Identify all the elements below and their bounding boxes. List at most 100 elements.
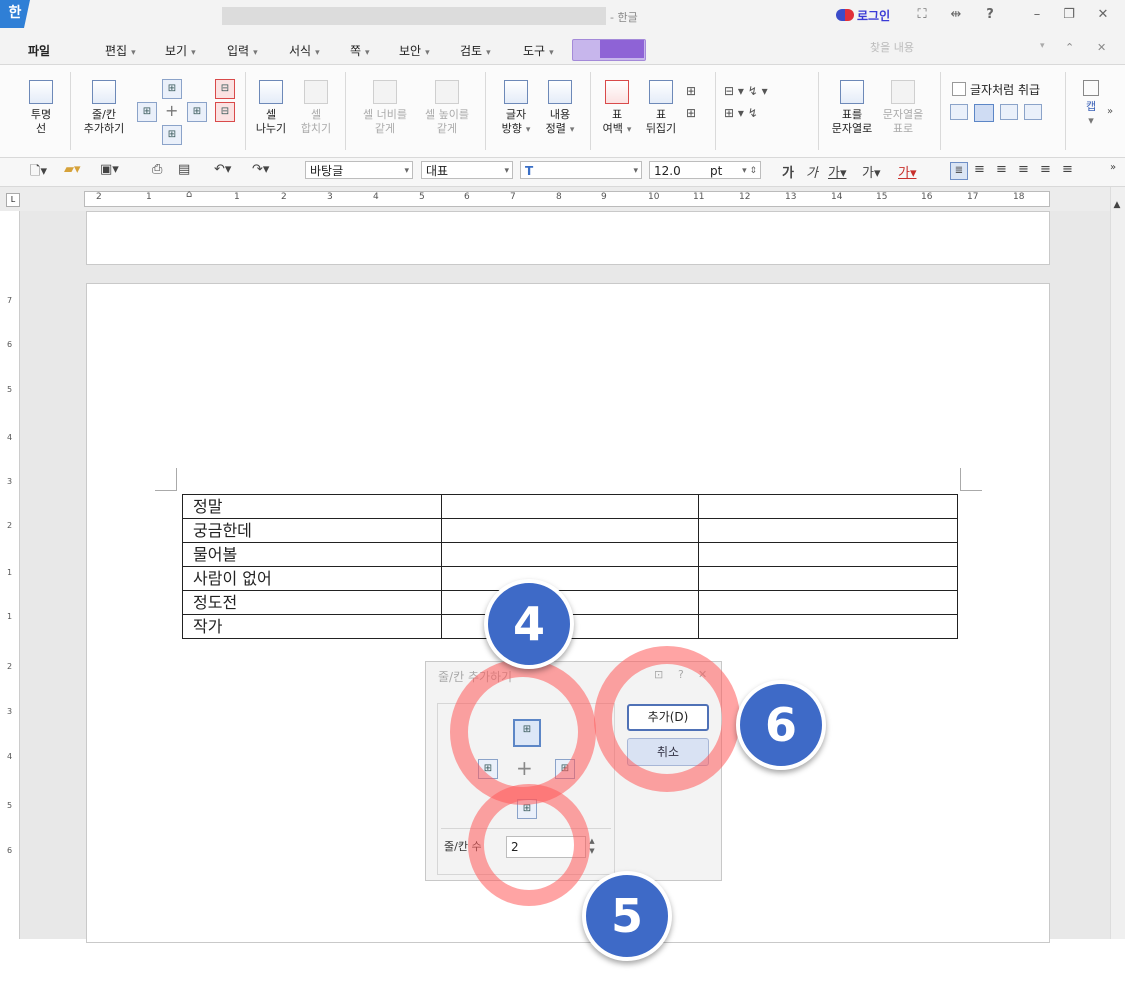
ribbon-more-icon[interactable]: » — [1107, 106, 1113, 117]
table-cell[interactable] — [698, 566, 958, 591]
font-size-input[interactable]: 12.0 pt ▾ ⇕ — [649, 161, 761, 179]
italic-icon[interactable]: 가 — [806, 162, 818, 181]
table-cell[interactable]: 물어볼 — [182, 542, 442, 567]
add-row-col-button[interactable]: 줄/칸 추가하기 — [76, 80, 132, 136]
wrap-option-2-icon[interactable] — [974, 104, 994, 122]
text-direction-button[interactable]: 글자 방향 ▾ — [496, 80, 536, 137]
menu-file[interactable]: 파일 — [28, 42, 50, 59]
equal-width-button[interactable]: 셀 너비를 같게 — [355, 80, 415, 136]
content-align-button[interactable]: 내용 정렬 ▾ — [538, 80, 582, 137]
ruler-label: 12 — [739, 192, 751, 202]
align-center-icon[interactable]: ≡ — [996, 162, 1007, 177]
wrap-options[interactable] — [950, 104, 1050, 122]
table-cell[interactable] — [441, 494, 699, 519]
table-cell[interactable] — [698, 494, 958, 519]
menu-edit[interactable]: 편집 ▾ — [105, 42, 136, 59]
delete-col-icon[interactable]: ⊟ — [215, 102, 235, 122]
align-justify-icon[interactable]: ≣ — [950, 162, 968, 180]
style-select[interactable]: 바탕글 ▾ — [305, 161, 413, 179]
wrap-option-1-icon[interactable] — [950, 104, 968, 120]
menu-format[interactable]: 서식 ▾ — [289, 42, 320, 59]
fullscreen-icon[interactable]: ⛶ — [913, 6, 931, 24]
caption-button[interactable]: 캡 ▾ — [1078, 80, 1104, 128]
vertical-ruler-label: 4 — [7, 752, 13, 761]
align-left-icon[interactable]: ≡ — [974, 162, 985, 177]
close-find-icon[interactable]: ✕ — [1097, 41, 1106, 54]
login-icon[interactable] — [836, 9, 854, 21]
table-margin-button[interactable]: 표 여백 ▾ — [597, 80, 637, 137]
merge-cell-button[interactable]: 셀 합치기 — [296, 80, 336, 136]
menu-tools[interactable]: 도구 ▾ — [523, 42, 554, 59]
new-document-icon[interactable]: 🗋▾ — [30, 162, 47, 184]
table-cell[interactable]: 정말 — [182, 494, 442, 519]
print-icon[interactable]: ⎙ — [152, 162, 162, 177]
wrap-option-3-icon[interactable] — [1000, 104, 1018, 120]
vertical-scrollbar[interactable] — [1110, 187, 1125, 939]
text-to-table-button[interactable]: 문자열을 표로 — [878, 80, 928, 136]
equal-height-button[interactable]: 셀 높이를 같게 — [417, 80, 477, 136]
treat-as-char-label: 글자처럼 취급 — [970, 83, 1041, 97]
menu-page[interactable]: 쪽 ▾ — [350, 42, 370, 59]
insert-right-icon[interactable]: ⊞ — [187, 102, 207, 122]
open-folder-icon[interactable]: ▰▾ — [64, 162, 81, 177]
table-flip-button[interactable]: 표 뒤집기 — [640, 80, 682, 136]
table-layout-tab[interactable] — [600, 40, 644, 58]
menu-view[interactable]: 보기 ▾ — [165, 42, 196, 59]
menu-insert[interactable]: 입력 ▾ — [227, 42, 258, 59]
ruler-label: 17 — [967, 192, 979, 202]
find-dropdown-icon[interactable]: ▾ — [1040, 41, 1045, 51]
insert-direction-icons[interactable]: ⊞ ⊞ + ⊞ ⊞ ⊟ ⊟ — [137, 77, 237, 145]
indent-marker-icon[interactable]: ⌂ — [186, 189, 192, 200]
table-cell[interactable]: 궁금한데 — [182, 518, 442, 543]
close-icon[interactable]: ✕ — [1094, 6, 1112, 24]
table-cell[interactable]: 사람이 없어 — [182, 566, 442, 591]
save-icon[interactable]: ▣▾ — [100, 162, 119, 177]
bold-icon[interactable]: 가 — [782, 162, 794, 181]
table-to-text-button[interactable]: 표를 문자열로 — [828, 80, 876, 136]
table-cell[interactable] — [698, 518, 958, 543]
table-cell[interactable] — [441, 542, 699, 567]
font-group-select[interactable]: 대표 ▾ — [421, 161, 513, 179]
menu-security[interactable]: 보안 ▾ — [399, 42, 430, 59]
align-divide-icon[interactable]: ≡ — [1062, 162, 1073, 177]
horizontal-ruler[interactable] — [84, 191, 1050, 207]
toolbar-more-icon[interactable]: » — [1110, 162, 1116, 173]
delete-row-icon[interactable]: ⊟ — [215, 79, 235, 99]
insert-left-icon[interactable]: ⊞ — [137, 102, 157, 122]
table-cell[interactable]: 작가 — [182, 614, 442, 639]
distribute-icons[interactable]: ⊞ ⊞ — [686, 80, 696, 124]
minimize-icon[interactable]: – — [1028, 6, 1046, 24]
treat-as-char-checkbox[interactable] — [952, 82, 966, 96]
align-distribute-icon[interactable]: ≡ — [1040, 162, 1051, 177]
resize-icon[interactable]: ⇹ — [947, 6, 965, 24]
restore-icon[interactable]: ❐ — [1060, 6, 1078, 24]
insert-above-icon[interactable]: ⊞ — [162, 79, 182, 99]
align-right-icon[interactable]: ≡ — [1018, 162, 1029, 177]
split-cell-button[interactable]: 셀 나누기 — [252, 80, 290, 136]
wrap-option-4-icon[interactable] — [1024, 104, 1042, 120]
table-cell[interactable] — [441, 566, 699, 591]
font-select[interactable]: T ▾ — [520, 161, 642, 179]
underline-icon[interactable]: 가▾ — [828, 162, 847, 181]
formula-icons[interactable]: ⊟ ▾ ↯ ▾ ⊞ ▾ ↯ — [724, 80, 768, 124]
table-cell[interactable] — [698, 590, 958, 615]
insert-below-icon[interactable]: ⊞ — [162, 125, 182, 145]
help-icon[interactable]: ? — [981, 6, 999, 24]
transparent-line-button[interactable]: 투명 선 — [20, 80, 62, 136]
table-cell[interactable]: 정도전 — [182, 590, 442, 615]
menu-review[interactable]: 검토 ▾ — [460, 42, 491, 59]
table-cell[interactable] — [698, 542, 958, 567]
app-name: - 한글 — [610, 11, 638, 24]
font-color-icon[interactable]: 가▾ — [898, 162, 917, 181]
table-row: 물어볼 — [182, 542, 958, 567]
login-button[interactable]: 로그인 — [857, 7, 890, 24]
tab-type-icon[interactable]: L — [6, 193, 20, 207]
table-cell[interactable] — [441, 518, 699, 543]
collapse-ribbon-icon[interactable]: ⌃ — [1065, 41, 1074, 54]
strikethrough-icon[interactable]: 가▾ — [862, 162, 881, 181]
table-cell[interactable] — [698, 614, 958, 639]
redo-icon[interactable]: ↷▾ — [252, 162, 269, 177]
scroll-up-icon[interactable]: ▲ — [1110, 197, 1124, 213]
undo-icon[interactable]: ↶▾ — [214, 162, 231, 177]
print-preview-icon[interactable]: ▤ — [178, 162, 190, 177]
